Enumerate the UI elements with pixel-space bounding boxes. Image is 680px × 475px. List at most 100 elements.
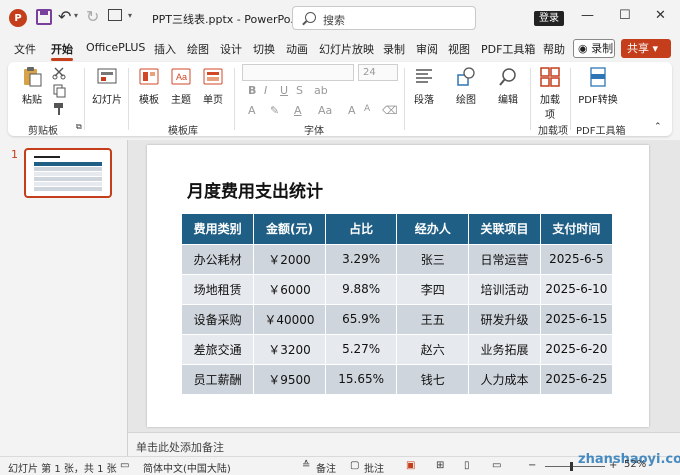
tab-slideshow[interactable]: 幻灯片放映 bbox=[319, 41, 374, 57]
template-button[interactable]: 模板 bbox=[136, 66, 162, 106]
table-cell[interactable]: ￥9500 bbox=[253, 363, 326, 394]
single-page-button[interactable]: 单页 bbox=[200, 66, 226, 106]
clear-format-icon[interactable]: ⌫ bbox=[382, 104, 398, 117]
comments-icon[interactable]: ▢ bbox=[350, 460, 359, 471]
char-spacing-button[interactable]: ab bbox=[314, 84, 328, 97]
share-button[interactable]: 共享 ▾ bbox=[621, 39, 671, 58]
table-cell[interactable]: 钱七 bbox=[396, 363, 470, 394]
slide-canvas[interactable]: 月度费用支出统计 费用类别 金额(元) 占比 经办人 关联项目 支付时间 办公耗… bbox=[147, 145, 649, 427]
comments-button[interactable]: 批注 bbox=[364, 460, 384, 475]
table-header-cell[interactable]: 费用类别 bbox=[182, 214, 255, 244]
text-effects-icon[interactable]: A bbox=[248, 104, 256, 117]
change-case-icon[interactable]: Aa bbox=[318, 104, 332, 117]
format-painter-icon[interactable] bbox=[52, 102, 66, 116]
slide-sorter-icon[interactable]: ⊞ bbox=[436, 460, 444, 471]
tab-draw[interactable]: 绘图 bbox=[187, 41, 209, 57]
tab-view[interactable]: 视图 bbox=[448, 41, 470, 57]
table-cell[interactable]: 培训活动 bbox=[468, 273, 541, 304]
table-cell[interactable]: 人力成本 bbox=[468, 363, 541, 394]
cut-icon[interactable] bbox=[52, 66, 66, 80]
clipboard-launcher-icon[interactable]: ⧉ bbox=[76, 122, 82, 132]
tab-pdf-toolbox[interactable]: PDF工具箱 bbox=[481, 41, 535, 57]
pdf-convert-button[interactable]: PDF转换 bbox=[576, 66, 620, 106]
reading-view-icon[interactable]: ▯ bbox=[464, 460, 470, 471]
table-cell[interactable]: 2025-6-10 bbox=[540, 273, 612, 304]
zoom-level[interactable]: 52% bbox=[624, 459, 646, 470]
table-cell[interactable]: 2025-6-20 bbox=[540, 333, 612, 364]
table-cell[interactable]: 员工薪酬 bbox=[182, 363, 255, 394]
zoom-out-button[interactable]: − bbox=[528, 460, 536, 471]
zoom-slider-thumb[interactable] bbox=[570, 462, 573, 471]
tab-record[interactable]: 录制 bbox=[383, 41, 405, 57]
theme-button[interactable]: Aa 主题 bbox=[168, 66, 194, 106]
accessibility-icon[interactable]: ▭ bbox=[120, 460, 129, 471]
table-cell[interactable]: 2025-6-25 bbox=[540, 363, 612, 394]
table-cell[interactable]: 赵六 bbox=[396, 333, 470, 364]
tab-help[interactable]: 帮助 bbox=[543, 41, 565, 57]
table-cell[interactable]: 5.27% bbox=[325, 333, 398, 364]
tab-review[interactable]: 审阅 bbox=[416, 41, 438, 57]
table-cell[interactable]: 李四 bbox=[396, 273, 470, 304]
tab-home[interactable]: 开始 bbox=[51, 41, 73, 57]
grow-font-icon[interactable]: A bbox=[348, 104, 356, 117]
tab-officeplus[interactable]: OfficePLUS bbox=[86, 41, 145, 54]
table-cell[interactable]: ￥6000 bbox=[253, 273, 326, 304]
editing-button[interactable]: 编辑 bbox=[494, 66, 522, 106]
save-icon[interactable] bbox=[36, 9, 52, 25]
login-button[interactable]: 登录 bbox=[534, 11, 564, 26]
notes-toggle-button[interactable]: 备注 bbox=[316, 460, 336, 475]
highlight-icon[interactable]: ✎ bbox=[270, 104, 279, 117]
table-cell[interactable]: 研发升级 bbox=[468, 303, 541, 334]
bold-button[interactable]: B bbox=[248, 84, 256, 97]
redo-icon[interactable]: ↻ bbox=[86, 7, 99, 26]
table-cell[interactable]: 9.88% bbox=[325, 273, 398, 304]
close-button[interactable]: ✕ bbox=[655, 8, 666, 23]
table-cell[interactable]: ￥3200 bbox=[253, 333, 326, 364]
slide-title[interactable]: 月度费用支出统计 bbox=[187, 177, 323, 202]
table-cell[interactable]: 2025-6-5 bbox=[540, 243, 612, 274]
notes-toggle-icon[interactable]: ≙ bbox=[302, 460, 310, 471]
paste-button[interactable]: 粘贴 bbox=[18, 66, 46, 106]
font-color-icon[interactable]: A bbox=[294, 104, 302, 117]
language-indicator[interactable]: 简体中文(中国大陆) bbox=[143, 460, 231, 475]
shrink-font-icon[interactable]: A bbox=[364, 104, 370, 114]
drawing-button[interactable]: 绘图 bbox=[452, 66, 480, 106]
table-cell[interactable]: ￥2000 bbox=[253, 243, 326, 274]
expense-table[interactable]: 费用类别 金额(元) 占比 经办人 关联项目 支付时间 办公耗材 ￥2000 3… bbox=[182, 214, 612, 394]
tab-design[interactable]: 设计 bbox=[220, 41, 242, 57]
tab-transitions[interactable]: 切换 bbox=[253, 41, 275, 57]
table-cell[interactable]: 2025-6-15 bbox=[540, 303, 612, 334]
table-cell[interactable]: 业务拓展 bbox=[468, 333, 541, 364]
slide-thumbnail[interactable] bbox=[24, 148, 112, 198]
tab-animations[interactable]: 动画 bbox=[286, 41, 308, 57]
undo-dropdown-icon[interactable]: ▾ bbox=[74, 11, 78, 20]
customize-toolbar-icon[interactable]: ▾ bbox=[128, 11, 132, 20]
table-cell[interactable]: 场地租赁 bbox=[182, 273, 255, 304]
table-cell[interactable]: 办公耗材 bbox=[182, 243, 255, 274]
minimize-button[interactable]: — bbox=[581, 8, 594, 23]
maximize-button[interactable]: ☐ bbox=[619, 8, 631, 23]
table-header-cell[interactable]: 金额(元) bbox=[253, 214, 326, 244]
new-slide-button[interactable]: 幻灯片 bbox=[90, 66, 124, 106]
collapse-ribbon-icon[interactable]: ⌃ bbox=[654, 122, 662, 132]
record-button[interactable]: ◉ 录制 bbox=[573, 39, 615, 58]
search-input[interactable]: 搜索 bbox=[292, 6, 476, 30]
table-header-cell[interactable]: 关联项目 bbox=[468, 214, 541, 244]
table-header-cell[interactable]: 占比 bbox=[325, 214, 398, 244]
normal-view-icon[interactable]: ▣ bbox=[406, 460, 415, 471]
table-cell[interactable]: 日常运营 bbox=[468, 243, 541, 274]
tab-insert[interactable]: 插入 bbox=[154, 41, 176, 57]
table-cell[interactable]: 张三 bbox=[396, 243, 470, 274]
table-cell[interactable]: 65.9% bbox=[325, 303, 398, 334]
table-cell[interactable]: ￥40000 bbox=[253, 303, 326, 334]
present-from-start-icon[interactable] bbox=[108, 9, 122, 21]
table-header-cell[interactable]: 支付时间 bbox=[540, 214, 612, 244]
tab-file[interactable]: 文件 bbox=[14, 41, 36, 57]
font-name-select[interactable] bbox=[242, 64, 354, 81]
undo-icon[interactable]: ↶ bbox=[58, 7, 71, 26]
table-cell[interactable]: 王五 bbox=[396, 303, 470, 334]
underline-button[interactable]: U bbox=[280, 84, 288, 97]
font-size-select[interactable]: 24 bbox=[358, 64, 398, 81]
table-cell[interactable]: 差旅交通 bbox=[182, 333, 255, 364]
table-cell[interactable]: 设备采购 bbox=[182, 303, 255, 334]
